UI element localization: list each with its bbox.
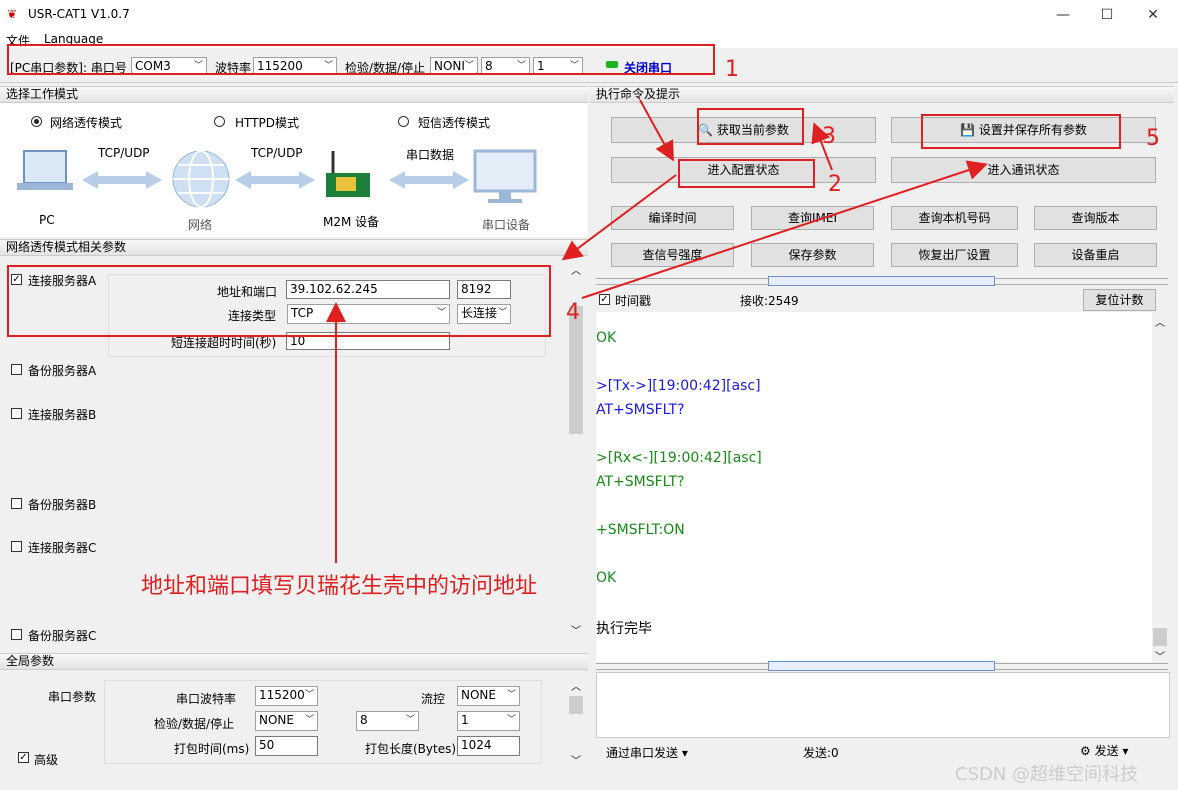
annotation-number-3: 3 (822, 124, 836, 149)
annotation-number-5: 5 (1146, 126, 1160, 151)
annotation-arrows (326, 99, 988, 563)
arrow-1 (639, 99, 674, 162)
arrow-4 (581, 160, 988, 299)
watermark: CSDN @超维空间科技 (955, 764, 1139, 785)
annotation-note: 地址和端口填写贝瑞花生壳中的访问地址 (141, 574, 538, 599)
annotation-number-4: 4 (566, 300, 580, 325)
annotation-number-2: 2 (828, 172, 842, 197)
arrow-2 (561, 174, 677, 261)
annotation-number-1: 1 (725, 57, 739, 82)
